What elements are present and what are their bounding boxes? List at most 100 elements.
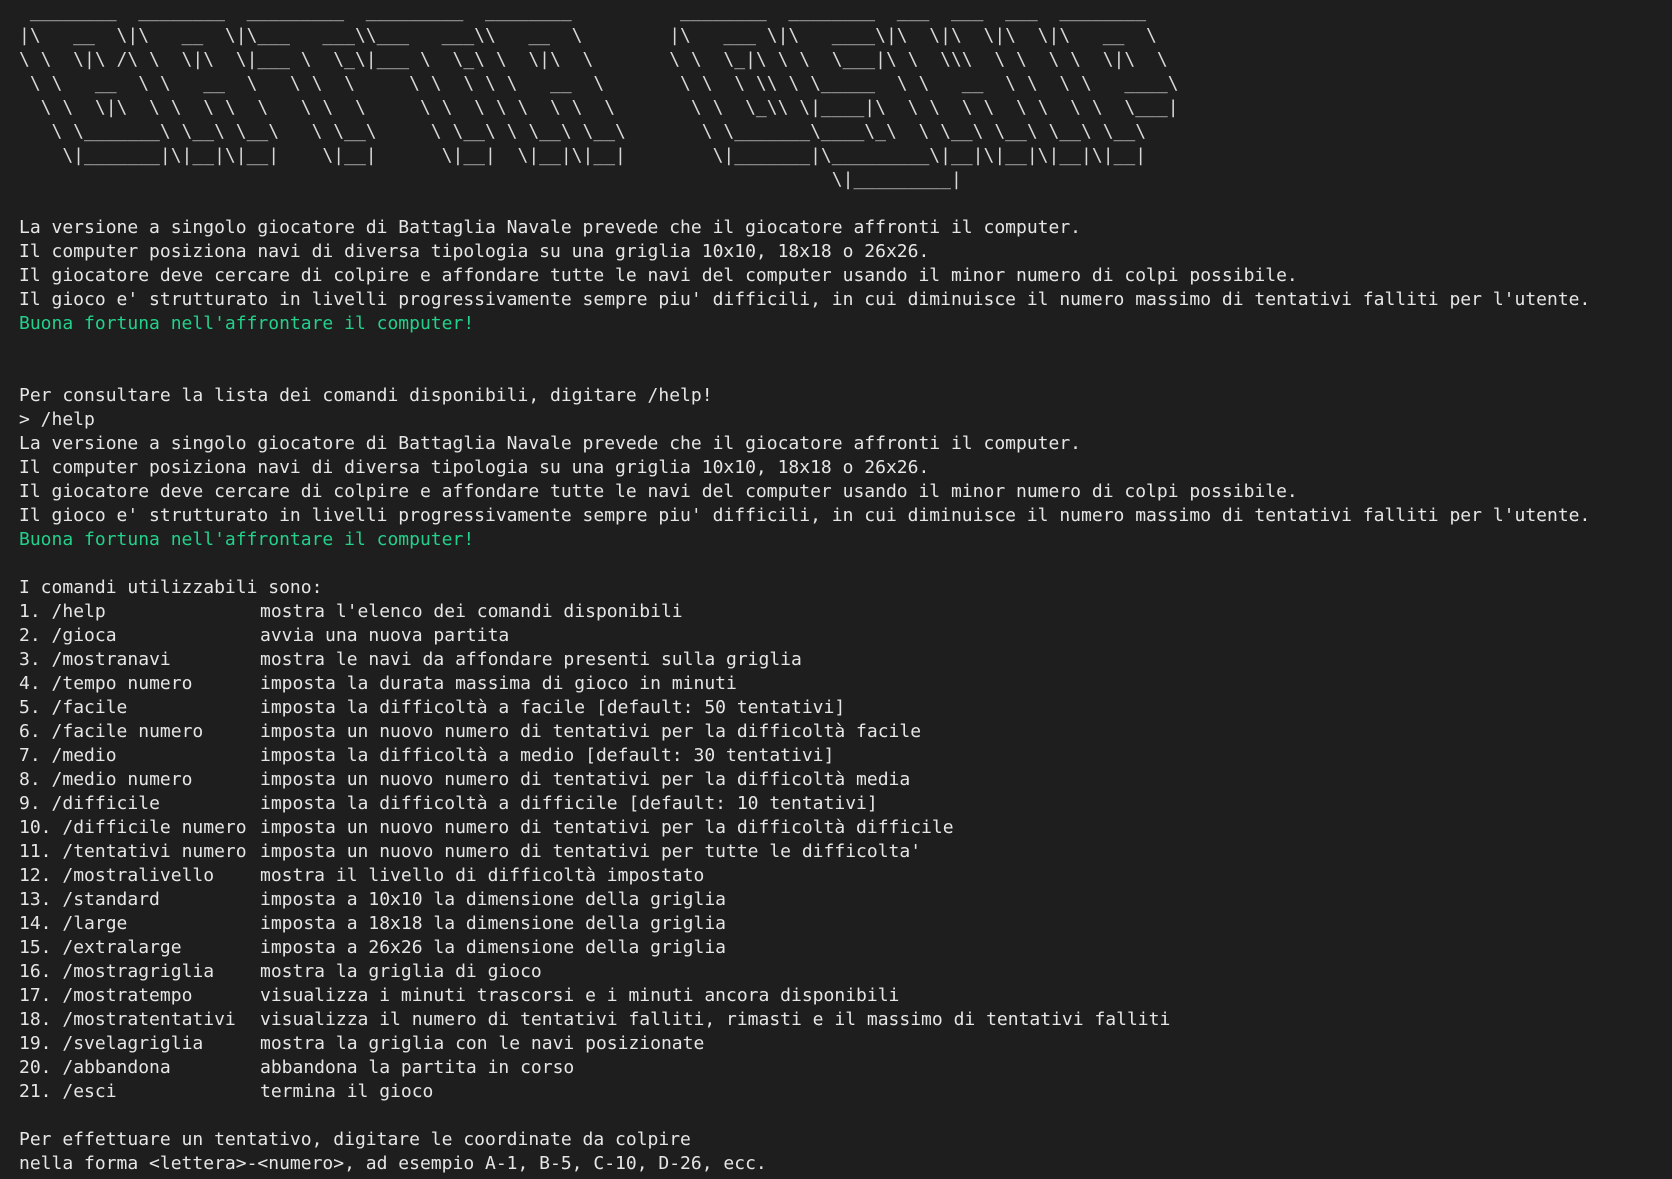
command-number: 4. [19,673,41,694]
command-number: 5. [19,697,41,718]
command-row: 11. /tentativi numero imposta un nuovo nu… [19,840,1672,864]
command-name: /svelagriglia [62,1033,204,1054]
banner-line: \|_________| [19,169,962,190]
command-description: imposta la durata massima di gioco in mi… [260,673,737,694]
commands-list: 1. /help mostra l'elenco dei comandi disp… [19,600,1672,1104]
banner-line: \ \ \|\ \ \ \ \ \ \ \ \ \ \ \ \ \ \ \ \ … [19,97,1179,118]
command-row: 4. /tempo numero imposta la durata massim… [19,672,1672,696]
intro-line: Il giocatore deve cercare di colpire e a… [19,265,1298,286]
command-name: /standard [62,889,160,910]
battleship-ascii-banner: ________ ________ _________ _________ __… [19,0,1672,192]
command-description: imposta un nuovo numero di tentativi per… [260,817,954,838]
help-hint: Per consultare la lista dei comandi disp… [19,385,713,406]
command-number: 14. [19,913,52,934]
help-line: Il giocatore deve cercare di colpire e a… [19,481,1298,502]
command-row: 21. /esci termina il gioco [19,1080,1672,1104]
intro-line: La versione a singolo giocatore di Batta… [19,217,1082,238]
command-number: 17. [19,985,52,1006]
command-number: 10. [19,817,52,838]
command-row: 13. /standard imposta a 10x10 la dimensio… [19,888,1672,912]
command-description: imposta a 18x18 la dimensione della grig… [260,913,726,934]
commands-header: I comandi utilizzabili sono: [19,577,323,598]
command-name: /facile [51,697,128,718]
command-name: /abbandona [62,1057,171,1078]
command-number: 7. [19,745,41,766]
banner-line: |\ __ \|\ __ \|\___ ___\\___ ___\\ __ \ … [19,25,1157,46]
attempt-instruction-line: nella forma <lettera>-<numero>, ad esemp… [19,1153,767,1174]
banner-line: \ \ \|\ /\ \ \|\ \|___ \ \_\|___ \ \_\ \… [19,49,1168,70]
command-number: 11. [19,841,52,862]
command-name: /difficile numero [62,817,247,838]
banner-line: \|_______|\|__|\|__| \|__| \|__| \|__|\|… [19,145,1147,166]
command-number: 18. [19,1009,52,1030]
command-name: /mostragriglia [62,961,215,982]
command-row: 7. /medio imposta la difficoltà a medio [… [19,744,1672,768]
command-number: 3. [19,649,41,670]
command-row: 20. /abbandona abbandona la partita in co… [19,1056,1672,1080]
command-description: mostra l'elenco dei comandi disponibili [260,601,683,622]
banner-line: ________ ________ _________ _________ __… [19,1,1147,22]
help-line: Il computer posiziona navi di diversa ti… [19,457,930,478]
command-row: 2. /gioca avvia una nuova partita [19,624,1672,648]
command-row: 19. /svelagriglia mostra la griglia con l… [19,1032,1672,1056]
command-row: 17. /mostratempo visualizza i minuti tras… [19,984,1672,1008]
attempt-instruction-line: Per effettuare un tentativo, digitare le… [19,1129,691,1150]
command-row: 1. /help mostra l'elenco dei comandi disp… [19,600,1672,624]
banner-line: \ \ __ \ \ __ \ \ \ \ \ \ \ \ \ __ \ \ \… [19,73,1179,94]
command-number: 1. [19,601,41,622]
command-description: mostra la griglia di gioco [260,961,542,982]
command-description: mostra le navi da affondare presenti sul… [260,649,802,670]
command-name: /facile numero [51,721,204,742]
command-row: 8. /medio numero imposta un nuovo numero … [19,768,1672,792]
command-row: 14. /large imposta a 18x18 la dimensione … [19,912,1672,936]
command-row: 15. /extralarge imposta a 26x26 la dimens… [19,936,1672,960]
command-number: 6. [19,721,41,742]
command-row: 18. /mostratentativi visualizza il numero… [19,1008,1672,1032]
command-row: 12. /mostralivello mostra il livello di d… [19,864,1672,888]
help-line: Il gioco e' strutturato in livelli progr… [19,505,1591,526]
command-description: imposta a 26x26 la dimensione della grig… [260,937,726,958]
command-name: /mostralivello [62,865,215,886]
command-row: 5. /facile imposta la difficoltà a facile… [19,696,1672,720]
command-description: imposta un nuovo numero di tentativi per… [260,769,911,790]
command-description: imposta la difficoltà a facile [default:… [260,697,846,718]
command-number: 21. [19,1081,52,1102]
terminal-window[interactable]: ________ ________ _________ _________ __… [0,0,1672,1179]
command-prompt-input[interactable]: > /help [19,408,1672,432]
command-name: /mostratempo [62,985,193,1006]
command-description: imposta un nuovo numero di tentativi per… [260,721,922,742]
command-name: /esci [62,1081,117,1102]
command-number: 2. [19,625,41,646]
command-row: 3. /mostranavi mostra le navi da affondar… [19,648,1672,672]
command-name: /gioca [51,625,117,646]
command-number: 8. [19,769,41,790]
command-description: imposta la difficoltà a medio [default: … [260,745,835,766]
command-name: /help [51,601,106,622]
help-output: La versione a singolo giocatore di Batta… [19,432,1672,1176]
command-row: 9. /difficile imposta la difficoltà a dif… [19,792,1672,816]
command-row: 10. /difficile numero imposta un nuovo nu… [19,816,1672,840]
command-name: /medio [51,745,117,766]
intro-line: Il gioco e' strutturato in livelli progr… [19,289,1591,310]
command-number: 19. [19,1033,52,1054]
command-description: avvia una nuova partita [260,625,510,646]
command-name: /tempo numero [51,673,193,694]
command-number: 16. [19,961,52,982]
good-luck-message: Buona fortuna nell'affrontare il compute… [19,313,475,334]
help-line: La versione a singolo giocatore di Batta… [19,433,1082,454]
good-luck-message: Buona fortuna nell'affrontare il compute… [19,529,475,550]
command-name: /tentativi numero [62,841,247,862]
command-description: imposta la difficoltà a difficile [defau… [260,793,878,814]
command-name: /large [62,913,128,934]
command-name: /mostranavi [51,649,171,670]
command-name: /difficile [51,793,160,814]
command-number: 12. [19,865,52,886]
command-name: /medio numero [51,769,193,790]
command-number: 15. [19,937,52,958]
command-description: abbandona la partita in corso [260,1057,575,1078]
command-description: visualizza i minuti trascorsi e i minuti… [260,985,900,1006]
command-number: 9. [19,793,41,814]
